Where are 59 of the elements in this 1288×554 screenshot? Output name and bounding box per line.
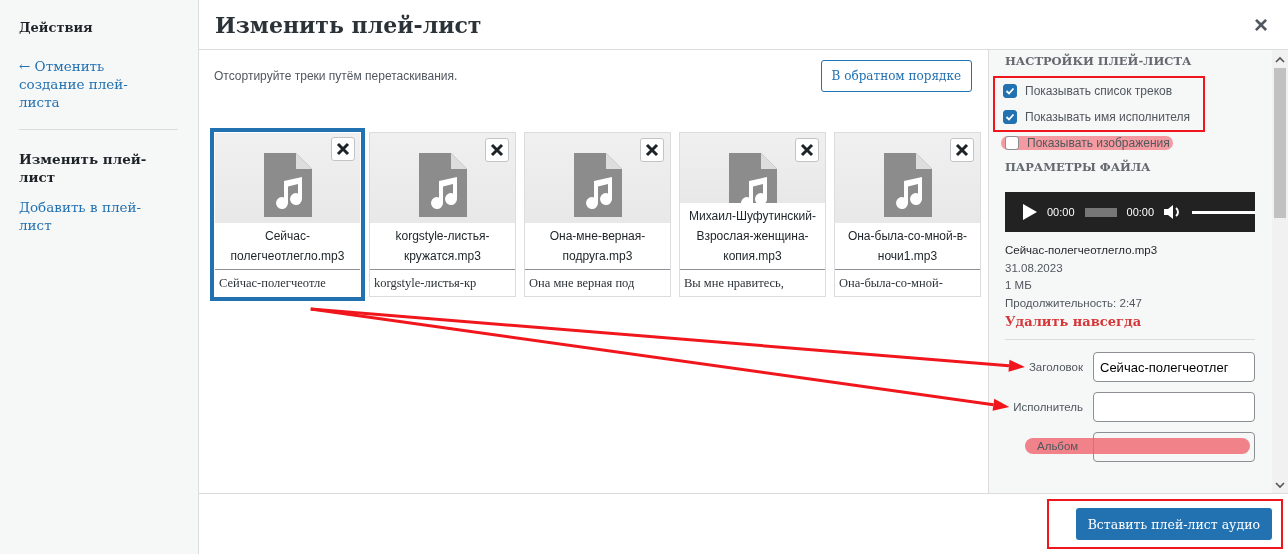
sidebar-title: Действия xyxy=(19,20,94,35)
scroll-thumb[interactable] xyxy=(1274,68,1286,218)
section-heading: НАСТРОЙКИ ПЛЕЙ-ЛИСТА xyxy=(1005,54,1193,68)
field-label: Заголовок xyxy=(1028,361,1083,373)
audio-file-icon xyxy=(418,153,467,217)
check-icon xyxy=(1005,112,1015,122)
checkbox-option[interactable]: Показывать список треков xyxy=(1003,84,1195,98)
track-card[interactable]: Михаил-Шуфутинский-Взрослая-женщина-копия.mp3 Вы мне нравитесь, xyxy=(679,132,826,297)
remove-button[interactable] xyxy=(485,138,509,162)
file-size: 1 МБ xyxy=(1005,278,1033,293)
close-icon xyxy=(800,143,814,157)
insert-playlist-button[interactable]: Вставить плей-лист аудио xyxy=(1075,508,1272,540)
field-label: Альбом xyxy=(1025,438,1250,454)
close-icon xyxy=(955,143,969,157)
audio-file-icon xyxy=(263,153,312,217)
checkbox[interactable] xyxy=(1003,110,1017,124)
checkbox[interactable] xyxy=(1003,84,1017,98)
duration-time: 00:00 xyxy=(1126,206,1155,218)
sidebar-link[interactable]: ← Отменить создание плей-листа xyxy=(19,57,159,111)
delete-link[interactable]: Удалить навсегда xyxy=(1005,314,1256,329)
audio-file-icon xyxy=(728,153,777,203)
text-field[interactable] xyxy=(1093,392,1255,422)
text-field[interactable] xyxy=(1093,432,1255,462)
sidebar-item[interactable]: Изменить плей-лист xyxy=(19,150,159,186)
scrollbar[interactable] xyxy=(1272,50,1288,493)
scroll-up-icon[interactable] xyxy=(1275,56,1285,64)
check-icon xyxy=(1005,86,1015,96)
scroll-down-icon[interactable] xyxy=(1275,481,1285,489)
remove-button[interactable] xyxy=(950,138,974,162)
play-icon[interactable] xyxy=(1023,204,1037,220)
checkbox-option[interactable]: Показывать изображения xyxy=(1001,136,1173,150)
field-label: Исполнитель xyxy=(1013,401,1083,413)
close-icon xyxy=(336,142,350,156)
checkbox-option[interactable]: Показывать имя исполнителя xyxy=(1003,110,1195,124)
modal-title: Изменить плей-лист xyxy=(215,11,482,38)
remove-button[interactable] xyxy=(640,138,664,162)
sidebar-link[interactable]: Добавить в плей-лист xyxy=(19,198,159,234)
seek-bar[interactable] xyxy=(1084,207,1117,217)
file-name: Сейчас-полегчеотлегло.mp3 xyxy=(1005,243,1159,258)
section-heading: ПАРАМЕТРЫ ФАЙЛА xyxy=(1005,160,1152,174)
text-field[interactable]: Сейчас-полегчеотлег xyxy=(1093,352,1255,382)
audio-file-icon xyxy=(573,153,622,217)
remove-button[interactable] xyxy=(331,137,355,161)
track-card[interactable]: Она-мне-верная-подруга.mp3 Она мне верная под xyxy=(524,132,671,297)
hint-text: Отсортируйте треки путём перетаскивания. xyxy=(214,69,458,83)
checkbox[interactable] xyxy=(1005,136,1019,150)
current-time: 00:00 xyxy=(1047,206,1075,218)
volume-bar[interactable] xyxy=(1192,210,1255,214)
track-card[interactable]: korgstyle-листья-кружатся.mp3 korgstyle-листья-кр xyxy=(369,132,516,297)
file-date: 31.08.2023 xyxy=(1005,260,1064,276)
close-icon xyxy=(645,143,659,157)
track-card[interactable]: Сейчас-полегчеотлегло.mp3 Сейчас-полегчеотле xyxy=(210,128,365,301)
audio-file-icon xyxy=(883,153,932,217)
remove-button[interactable] xyxy=(795,138,819,162)
reverse-order-button[interactable]: В обратном порядке xyxy=(820,60,972,92)
close-icon xyxy=(490,143,504,157)
close-button[interactable]: × xyxy=(1254,12,1268,37)
track-card[interactable]: Она-была-со-мной-в-ночи1.mp3 Она-была-со-мной- xyxy=(834,132,981,297)
file-duration: Продолжительность: 2:47 xyxy=(1005,295,1143,311)
